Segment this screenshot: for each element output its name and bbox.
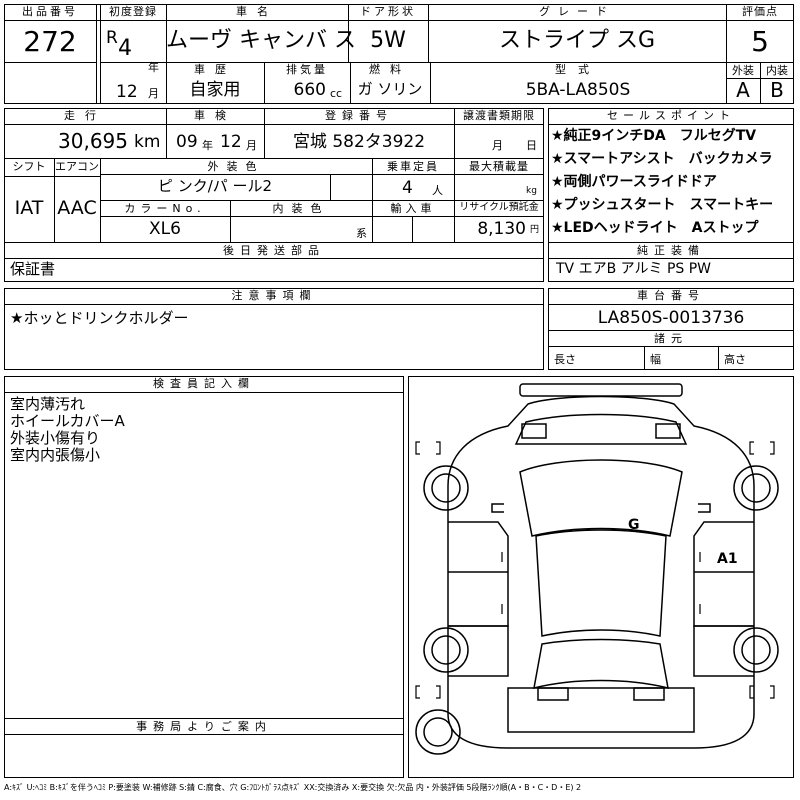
score-value: 5 [751,25,769,58]
inspector-note-line: 室内薄汚れ [10,395,86,413]
car-damage-diagram [415,383,779,755]
color-number-label: カラーNo. [124,202,206,215]
plate-value: 宮城 582タ3922 [292,132,426,152]
door-type-label: ドア形状 [360,5,416,18]
registration-year-unit: 年 [148,61,159,74]
damage-mark-windshield: G [628,517,640,533]
color-number-value: XL6 [149,219,181,239]
inspection-year-unit: 年 [202,139,213,152]
shift-label: シフト [12,160,46,173]
inspection-year: 09 [176,132,198,152]
mileage-unit: km [134,132,161,152]
mileage-label: 走行 [64,109,106,122]
car-history-value: 自家用 [189,80,241,100]
displacement-unit: cc [330,87,343,100]
displacement-value: 660 [293,80,326,100]
inspector-note-line: 外装小傷有り [10,429,101,447]
fuel-label: 燃料 [369,63,411,76]
lot-number-value: 272 [23,25,77,58]
plate-label: 登録番号 [325,109,393,122]
transfer-deadline-label: 譲渡書類期限 [463,109,535,122]
interior-color-label: 内装色 [272,202,330,215]
sales-point-item: ★プッシュスタート スマートキー [551,197,774,213]
damage-legend: A:ｷｽﾞ U:ﾍｺﾐ B:ｷｽﾞを伴うﾍｺﾐ P:要塗装 W:補修跡 S:錆 … [4,783,582,792]
capacity-unit: 人 [432,184,443,197]
registration-month-value: 12 [116,82,138,102]
ac-value: AAC [57,197,97,219]
lot-number-label: 出品番号 [22,5,78,18]
exterior-color-value: ピ ンク/パ ール2 [157,177,273,195]
model-code-value: 5BA-LA850S [525,80,631,100]
office-notice-label: 事務局よりご案内 [136,720,272,733]
equipment-label: 純正装備 [637,244,705,257]
exterior-grade-value: A [736,78,750,102]
registration-month-unit: 月 [148,87,159,100]
inspector-notes-label: 検査員記入欄 [153,377,255,390]
grade-value: ストライプ スG [498,28,656,53]
notes-label: 注意事項欄 [231,289,317,302]
era-prefix: R [106,28,118,48]
grade-label: グレード [539,5,615,18]
inspection-month-unit: 月 [246,139,257,152]
inspection-month: 12 [220,132,242,152]
length-label: 長さ [554,353,576,366]
interior-color-unit: 系 [356,227,367,240]
car-history-label: 車歴 [194,63,236,76]
height-label: 高さ [724,353,746,366]
exterior-grade-label: 外装 [732,64,754,77]
recycle-fee-value: 8,130 [477,219,526,239]
later-parts-label: 後日発送部品 [223,244,325,257]
recycle-fee-label: リサイクル預託金 [459,202,539,213]
model-code-label: 型式 [555,63,601,76]
width-label: 幅 [650,353,661,366]
door-type-value: 5W [370,28,406,53]
sales-points-label: セールスポイント [607,109,735,122]
max-load-label: 最大積載量 [469,160,529,173]
car-name-label: 車名 [236,5,278,18]
interior-grade-value: B [770,78,784,102]
capacity-label: 乗車定員 [387,160,439,173]
chassis-number-label: 車台番号 [637,289,705,302]
mileage-value: 30,695 [58,129,128,153]
sales-point-item: ★スマートアシスト バックカメラ [551,151,773,167]
first-registration-label: 初度登録 [109,5,157,18]
import-car-label: 輸入車 [390,202,436,215]
score-label: 評価点 [742,5,778,18]
capacity-value: 4 [402,178,413,198]
notes-value: ★ホッとドリンクホルダー [10,309,189,327]
interior-grade-label: 内装 [766,64,788,77]
equipment-value: TV エアB アルミ PS PW [556,261,712,277]
sales-point-item: ★純正9インチDA フルセグTV [551,128,757,144]
displacement-label: 排気量 [286,63,328,76]
ac-label: エアコン [55,160,99,173]
fuel-value: ガ ソリン [357,80,423,98]
inspector-note-line: ホイールカバーA [10,412,125,430]
car-name-value: ムーヴ キャンバ ス [166,28,356,53]
inspector-note-line: 室内内張傷小 [10,446,101,464]
shift-value: IAT [14,197,44,219]
inspection-label: 車検 [194,109,236,122]
sales-point-item: ★LEDヘッドライト Aストップ [551,220,759,236]
sales-point-item: ★両側パワースライドドア [551,174,717,190]
exterior-color-label: 外装色 [207,160,265,173]
transfer-month-unit: 月 [492,139,503,152]
chassis-number-value: LA850S-0013736 [597,308,745,328]
transfer-day-unit: 日 [526,139,537,152]
max-load-unit: kg [526,186,537,196]
recycle-fee-unit: 円 [530,225,540,235]
damage-mark-right-rear-door: A1 [717,551,738,567]
later-parts-value: 保証書 [10,260,56,278]
specifications-label: 諸元 [654,332,688,345]
registration-year-value: 4 [118,36,132,61]
